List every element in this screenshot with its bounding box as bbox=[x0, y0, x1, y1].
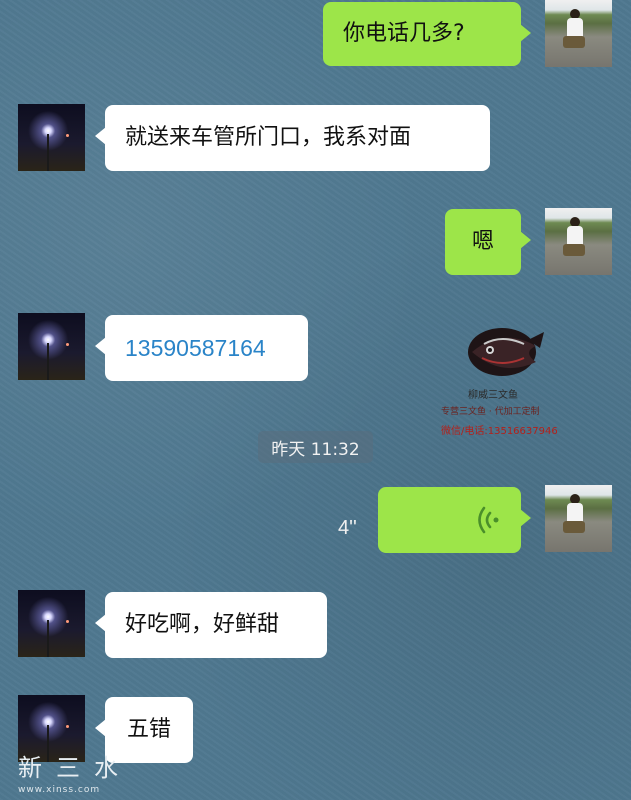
message-bubble-incoming[interactable]: 好吃啊，好鲜甜 bbox=[95, 592, 327, 658]
my-avatar[interactable] bbox=[545, 0, 612, 67]
message-bubble-outgoing[interactable]: 嗯 bbox=[445, 209, 531, 275]
message-text: 嗯 bbox=[471, 229, 494, 254]
watermark-contact: 微信/电话:13516637946 bbox=[441, 426, 558, 437]
voice-message-bubble[interactable] bbox=[378, 487, 531, 553]
voice-wave-icon bbox=[478, 506, 499, 534]
site-url: www.xinss.com bbox=[18, 785, 101, 795]
watermark-subtitle: 专营三文鱼 · 代加工定制 bbox=[441, 407, 540, 417]
watermark: 柳威三文鱼 专营三文鱼 · 代加工定制 微信/电话:13516637946 bbox=[432, 322, 572, 442]
message-bubble-incoming[interactable]: 就送来车管所门口，我系对面 bbox=[95, 105, 490, 171]
message-text: 五错 bbox=[126, 717, 171, 742]
message-bubble-outgoing[interactable]: 你电话几多? bbox=[323, 2, 531, 66]
my-avatar[interactable] bbox=[545, 485, 612, 552]
phone-number-link[interactable]: 13590587164 bbox=[125, 335, 266, 361]
site-name: 新三水 bbox=[18, 754, 132, 782]
contact-avatar[interactable] bbox=[18, 313, 85, 380]
timestamp-label: 昨天 11:32 bbox=[258, 431, 373, 463]
message-text: 好吃啊，好鲜甜 bbox=[125, 612, 280, 637]
message-bubble-incoming[interactable]: 13590587164 bbox=[95, 315, 308, 381]
watermark-title: 柳威三文鱼 bbox=[468, 390, 518, 401]
message-text: 你电话几多? bbox=[343, 21, 465, 46]
message-text: 就送来车管所门口，我系对面 bbox=[125, 125, 412, 150]
site-watermark: 新三水 www.xinss.com bbox=[18, 748, 132, 795]
my-avatar[interactable] bbox=[545, 208, 612, 275]
fish-logo-icon bbox=[468, 328, 544, 376]
voice-duration: 4'' bbox=[338, 517, 357, 539]
contact-avatar[interactable] bbox=[18, 590, 85, 657]
contact-avatar[interactable] bbox=[18, 104, 85, 171]
